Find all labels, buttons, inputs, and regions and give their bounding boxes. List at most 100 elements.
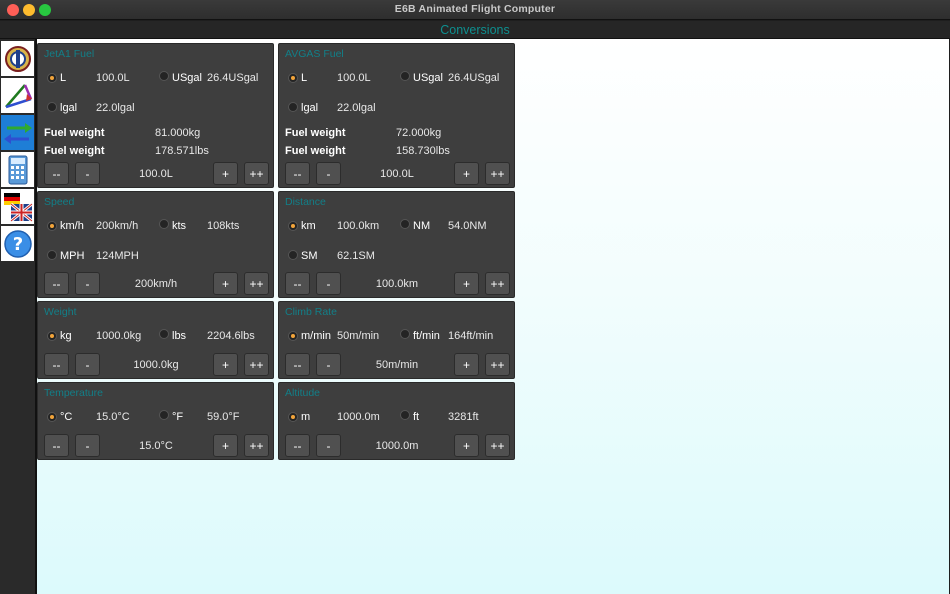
decrement-large-button[interactable]: -- [285,434,310,457]
decrement-large-button[interactable]: -- [285,162,310,185]
converted-value: 3281ft [448,411,479,423]
fuel-weight-lbs: 158.730lbs [396,145,450,157]
converted-value: 100.0km [337,220,380,232]
converted-value: 22.0lgal [96,102,135,114]
converted-value: 1000.0m [337,411,380,423]
title-bar: E6B Animated Flight Computer [0,0,950,20]
increment-button[interactable]: + [454,434,479,457]
input-display: 100.0L [380,168,414,180]
arrows-icon [3,122,32,144]
sidebar-item-wind-triangle[interactable] [1,78,34,113]
unit-label: °F [172,411,184,423]
radio-m-per-min[interactable] [288,331,298,341]
radio-kg[interactable] [47,331,57,341]
radio-nm[interactable] [400,219,410,229]
increment-button[interactable]: + [213,272,238,295]
decrement-button[interactable]: - [75,353,100,376]
decrement-large-button[interactable]: -- [44,434,69,457]
fuel-weight-lbs: 178.571lbs [155,145,209,157]
increment-large-button[interactable]: ++ [244,434,269,457]
unit-label: kg [60,330,72,342]
converted-value: 100.0L [96,72,130,84]
decrement-button[interactable]: - [316,353,341,376]
radio-usgal[interactable] [400,71,410,81]
radio-usgal[interactable] [159,71,169,81]
decrement-button[interactable]: - [75,162,100,185]
input-display: 15.0°C [139,440,173,452]
fuel-weight-kg: 72.000kg [396,127,442,139]
unit-label: m/min [301,330,331,342]
increment-large-button[interactable]: ++ [244,272,269,295]
increment-button[interactable]: + [213,434,238,457]
input-display: 100.0L [139,168,173,180]
altitude-panel: Altitude m 1000.0m ft 3281ft -- - 1000.0… [278,382,515,460]
increment-button[interactable]: + [213,162,238,185]
radio-liters[interactable] [288,73,298,83]
radio-mph[interactable] [47,250,57,260]
unit-label: MPH [60,250,85,262]
decrement-button[interactable]: - [316,434,341,457]
calculator-icon [8,155,27,184]
panel-title: JetA1 Fuel [44,48,95,60]
svg-text:?: ? [12,234,22,255]
input-display: 50m/min [375,359,419,371]
decrement-large-button[interactable]: -- [44,353,69,376]
decrement-button[interactable]: - [75,272,100,295]
decrement-large-button[interactable]: -- [44,162,69,185]
radio-km[interactable] [288,221,298,231]
fuel-weight-label: Fuel weight [285,127,346,139]
radio-lbs[interactable] [159,329,169,339]
increment-large-button[interactable]: ++ [244,162,269,185]
converted-value: 2204.6lbs [207,330,255,342]
panel-title: AVGAS Fuel [285,48,344,60]
radio-celsius[interactable] [47,412,57,422]
fuel-weight-label: Fuel weight [44,127,105,139]
panel-title: Distance [285,196,326,208]
input-display: 1000.0kg [133,359,179,371]
converted-value: 22.0lgal [337,102,376,114]
decrement-large-button[interactable]: -- [285,272,310,295]
decrement-large-button[interactable]: -- [44,272,69,295]
fuel-weight-kg: 81.000kg [155,127,201,139]
radio-ft-per-min[interactable] [400,329,410,339]
radio-meters[interactable] [288,412,298,422]
radio-igal[interactable] [288,102,298,112]
radio-feet[interactable] [400,410,410,420]
increment-button[interactable]: + [213,353,238,376]
increment-button[interactable]: + [454,272,479,295]
speed-panel: Speed km/h 200km/h kts 108kts MPH 124MPH… [37,191,274,298]
increment-large-button[interactable]: ++ [244,353,269,376]
section-header: Conversions [0,21,950,39]
unit-label: L [60,72,67,84]
decrement-large-button[interactable]: -- [285,353,310,376]
help-icon: ? [3,229,32,258]
radio-liters[interactable] [47,73,57,83]
increment-large-button[interactable]: ++ [485,272,510,295]
radio-kmh[interactable] [47,221,57,231]
sidebar-item-e6b[interactable] [1,41,34,76]
sidebar-item-language[interactable] [1,189,34,224]
increment-large-button[interactable]: ++ [485,162,510,185]
converted-value: 50m/min [337,330,380,342]
converted-value: 26.4USgal [448,72,500,84]
increment-large-button[interactable]: ++ [485,434,510,457]
unit-label: km [301,220,316,232]
panel-title: Climb Rate [285,306,337,318]
decrement-button[interactable]: - [316,272,341,295]
radio-sm[interactable] [288,250,298,260]
radio-kts[interactable] [159,219,169,229]
increment-button[interactable]: + [454,162,479,185]
panel-title: Temperature [44,387,103,399]
sidebar-item-conversions[interactable] [1,115,34,150]
radio-igal[interactable] [47,102,57,112]
sidebar-item-calculator[interactable] [1,152,34,187]
radio-fahrenheit[interactable] [159,410,169,420]
decrement-button[interactable]: - [316,162,341,185]
window-title: E6B Animated Flight Computer [394,3,556,15]
sidebar-item-help[interactable]: ? [1,226,34,261]
unit-label: lbs [172,330,187,342]
decrement-button[interactable]: - [75,434,100,457]
increment-large-button[interactable]: ++ [485,353,510,376]
increment-button[interactable]: + [454,353,479,376]
input-display: 200km/h [134,278,178,290]
